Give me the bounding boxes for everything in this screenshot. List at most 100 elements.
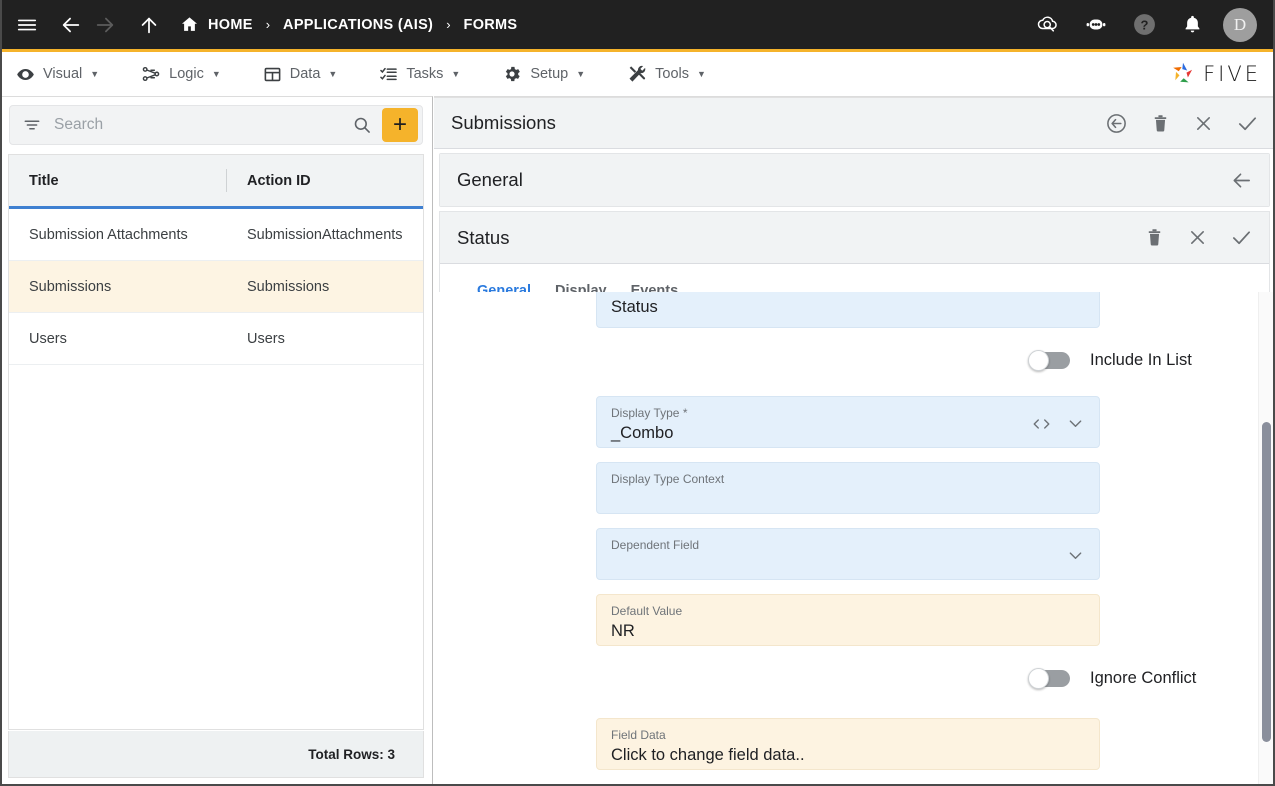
chat-bot-icon[interactable] xyxy=(1079,8,1113,42)
breadcrumb-separator-2: › xyxy=(437,17,459,32)
five-brand-logo: FIVE xyxy=(1169,60,1261,88)
five-star-icon xyxy=(1169,60,1197,88)
form-scrollbar-thumb[interactable] xyxy=(1262,422,1271,742)
save-check-icon[interactable] xyxy=(1230,226,1253,249)
toggle-knob xyxy=(1028,668,1049,689)
save-check-icon[interactable] xyxy=(1236,112,1259,135)
ignore-conflict-toggle-row: Ignore Conflict xyxy=(1028,668,1196,689)
filter-icon[interactable] xyxy=(22,115,42,135)
menu-tasks-label: Tasks xyxy=(406,66,443,82)
home-icon xyxy=(180,15,199,34)
menu-visual-label: Visual xyxy=(43,66,82,82)
five-wordmark: FIVE xyxy=(1203,62,1261,86)
field-header: Status xyxy=(440,212,1269,264)
column-header-action-id[interactable]: Action ID xyxy=(227,155,311,206)
forms-table: Title Action ID Submission Attachments S… xyxy=(8,154,424,730)
forms-list-panel: + Title Action ID Submission Attachments… xyxy=(0,96,433,786)
menu-data[interactable]: Data ▼ xyxy=(263,65,338,84)
include-in-list-toggle[interactable] xyxy=(1028,350,1070,371)
search-bar: + xyxy=(9,105,423,145)
menu-tools-label: Tools xyxy=(655,66,689,82)
cell-title: Users xyxy=(9,331,227,347)
column-header-title[interactable]: Title xyxy=(9,155,227,206)
default-value-value: NR xyxy=(611,619,1085,644)
chevron-down-icon: ▼ xyxy=(90,69,99,79)
back-arrow-icon[interactable] xyxy=(54,8,88,42)
breadcrumb-separator-1: › xyxy=(257,17,279,32)
field-data-field[interactable]: Field Data Click to change field data.. xyxy=(596,718,1100,770)
close-icon[interactable] xyxy=(1187,227,1208,248)
chevron-down-icon[interactable] xyxy=(1066,546,1085,570)
application-menu-bar: Visual ▼ Logic ▼ Data ▼ xyxy=(0,55,1275,93)
display-type-context-field[interactable]: Display Type Context xyxy=(596,462,1100,514)
menu-logic-label: Logic xyxy=(169,66,204,82)
table-row[interactable]: Submissions Submissions xyxy=(9,261,423,313)
code-brackets-icon[interactable] xyxy=(1031,416,1052,437)
delete-icon[interactable] xyxy=(1150,113,1171,134)
record-title: Submissions xyxy=(451,112,556,134)
close-icon[interactable] xyxy=(1193,113,1214,134)
include-in-list-toggle-row: Include In List xyxy=(1028,350,1192,371)
chevron-down-icon[interactable] xyxy=(1066,414,1085,438)
ignore-conflict-toggle[interactable] xyxy=(1028,668,1070,689)
breadcrumb-home[interactable]: HOME xyxy=(176,15,257,34)
menu-tools[interactable]: Tools ▼ xyxy=(627,64,706,84)
help-circle-icon[interactable]: ? xyxy=(1127,8,1161,42)
chevron-down-icon: ▼ xyxy=(697,69,706,79)
menu-logic[interactable]: Logic ▼ xyxy=(141,64,221,84)
field-data-label: Field Data xyxy=(611,728,1085,743)
menu-visual[interactable]: Visual ▼ xyxy=(16,65,99,84)
menu-tasks[interactable]: Tasks ▼ xyxy=(379,65,460,84)
notification-bell-icon[interactable] xyxy=(1175,8,1209,42)
cell-title: Submission Attachments xyxy=(9,227,227,243)
dependent-field-label: Dependent Field xyxy=(611,538,1085,553)
dependent-field-icons xyxy=(1066,546,1085,570)
cell-action-id: Submissions xyxy=(227,279,329,295)
toggle-knob xyxy=(1028,350,1049,371)
form-scrollbar-track[interactable] xyxy=(1258,292,1275,786)
field-name-value: Status xyxy=(611,295,1085,320)
tools-icon xyxy=(627,64,647,84)
chevron-down-icon: ▼ xyxy=(451,69,460,79)
field-name-input[interactable]: Status xyxy=(596,292,1100,328)
eye-icon xyxy=(16,65,35,84)
form-detail-panel: Submissions xyxy=(434,96,1275,786)
table-row[interactable]: Users Users xyxy=(9,313,423,365)
collapse-arrow-icon[interactable] xyxy=(1230,169,1253,192)
dependent-field-field[interactable]: Dependent Field xyxy=(596,528,1100,580)
gear-icon xyxy=(502,64,522,84)
checklist-icon xyxy=(379,65,398,84)
chevron-down-icon: ▼ xyxy=(212,69,221,79)
up-arrow-icon[interactable] xyxy=(132,8,166,42)
search-icon[interactable] xyxy=(342,115,382,135)
logic-nodes-icon xyxy=(141,64,161,84)
include-in-list-label: Include In List xyxy=(1090,351,1192,370)
breadcrumb-applications[interactable]: APPLICATIONS (AIS) xyxy=(279,17,437,33)
default-value-field[interactable]: Default Value NR xyxy=(596,594,1100,646)
display-type-icons xyxy=(1031,414,1085,438)
section-header: General xyxy=(440,154,1269,206)
delete-icon[interactable] xyxy=(1144,227,1165,248)
topbar-actions: ? D xyxy=(1031,8,1275,42)
field-form-area: Status Include In List Display Type * _C… xyxy=(434,292,1275,786)
add-form-button[interactable]: + xyxy=(382,108,418,142)
display-type-field[interactable]: Display Type * _Combo xyxy=(596,396,1100,448)
cell-action-id: SubmissionAttachments xyxy=(227,227,403,243)
menu-setup[interactable]: Setup ▼ xyxy=(502,64,585,84)
total-rows-footer: Total Rows: 3 xyxy=(8,731,424,778)
display-type-label: Display Type * xyxy=(611,406,1085,421)
default-value-label: Default Value xyxy=(611,604,1085,619)
field-data-value: Click to change field data.. xyxy=(611,743,1085,768)
search-input[interactable] xyxy=(54,116,342,134)
table-row[interactable]: Submission Attachments SubmissionAttachm… xyxy=(9,209,423,261)
menu-data-label: Data xyxy=(290,66,321,82)
cloud-search-icon[interactable] xyxy=(1031,8,1065,42)
back-circle-icon[interactable] xyxy=(1105,112,1128,135)
forward-arrow-icon[interactable] xyxy=(88,8,122,42)
section-title: General xyxy=(457,169,523,191)
table-grid-icon xyxy=(263,65,282,84)
user-avatar[interactable]: D xyxy=(1223,8,1257,42)
menu-setup-label: Setup xyxy=(530,66,568,82)
hamburger-menu-icon[interactable] xyxy=(10,8,44,42)
breadcrumb-forms[interactable]: FORMS xyxy=(460,17,522,33)
